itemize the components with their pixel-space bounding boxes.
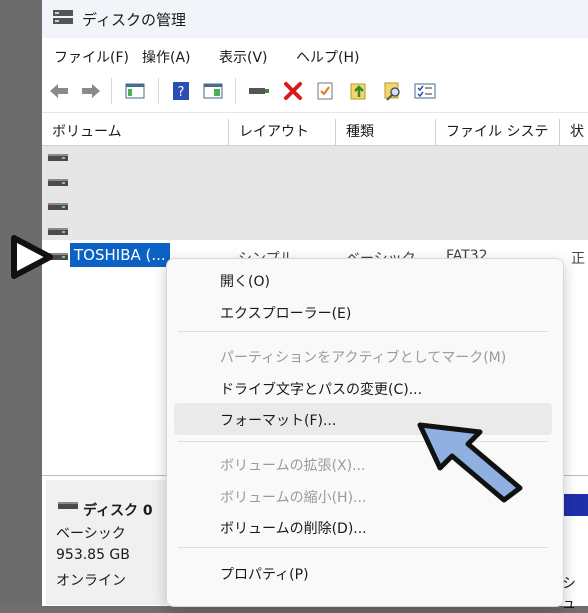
format-pointer-arrow: [417, 422, 523, 503]
row-pointer-arrow: [11, 235, 53, 279]
annotation-overlay: [11, 235, 523, 503]
